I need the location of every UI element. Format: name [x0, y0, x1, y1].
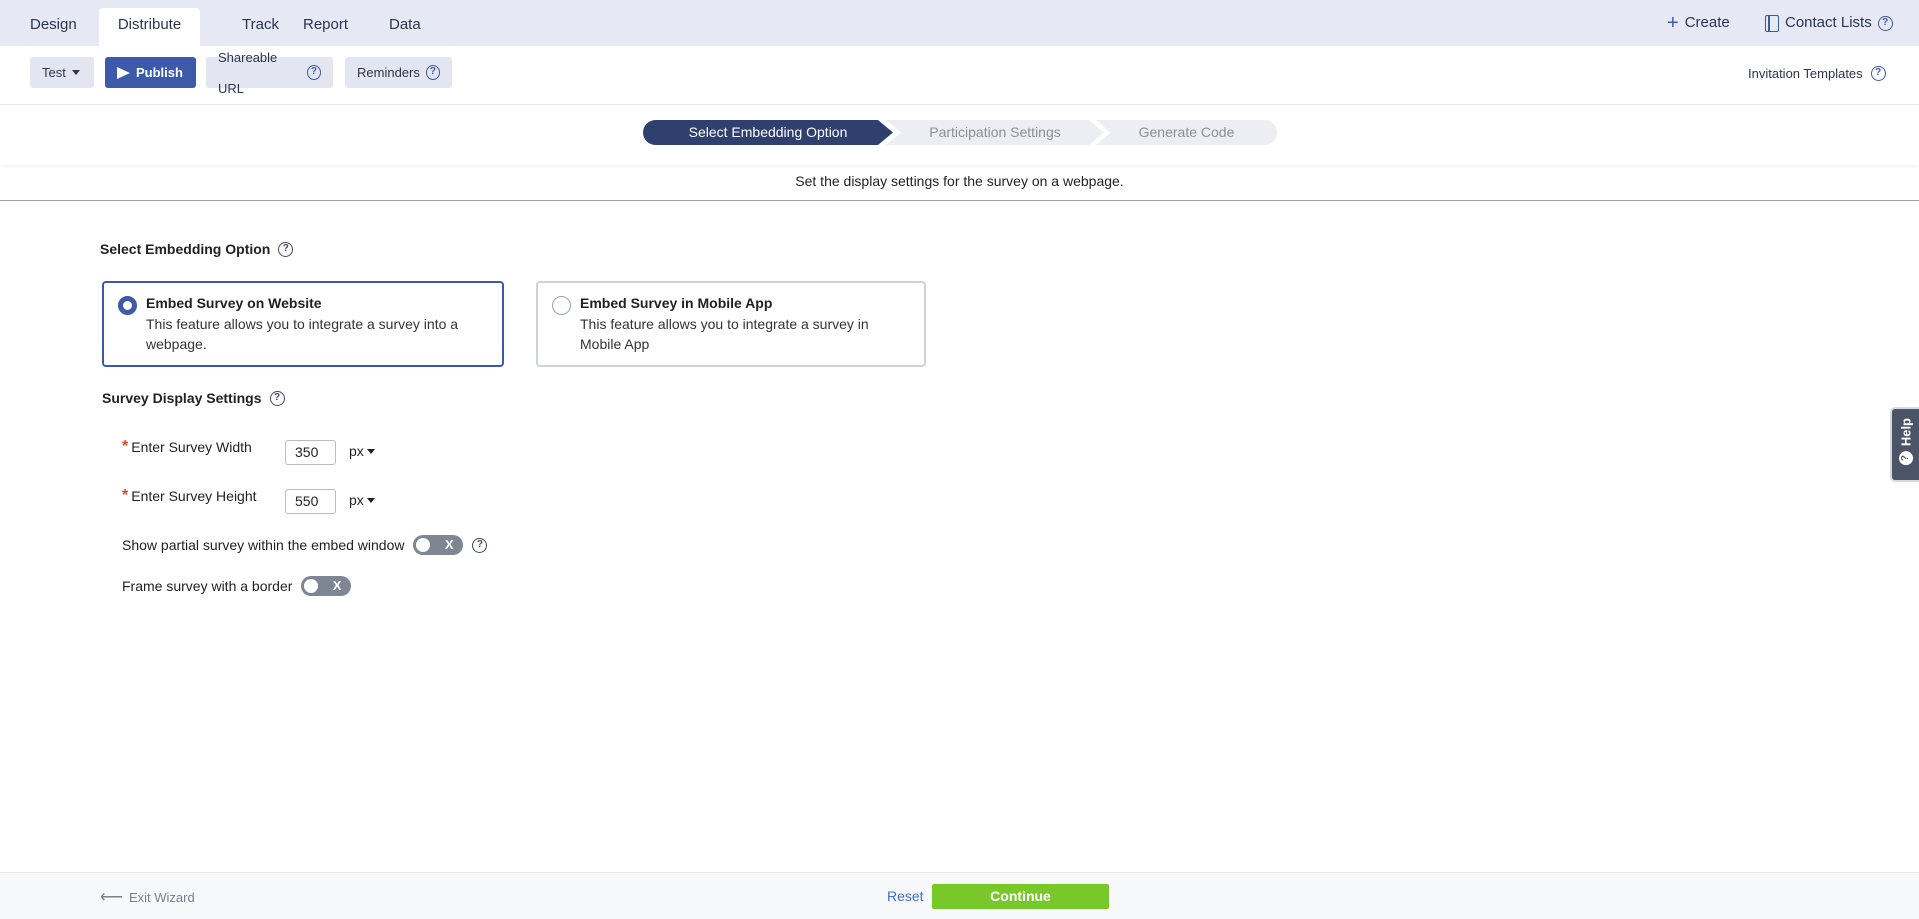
frame-border-setting: Frame survey with a border X	[122, 576, 352, 596]
survey-height-input[interactable]: 550	[285, 489, 336, 514]
test-label: Test	[42, 65, 66, 80]
help-circle-icon[interactable]: ?	[1877, 15, 1893, 31]
create-button[interactable]: + Create	[1667, 12, 1730, 34]
invitation-templates-link[interactable]: Invitation Templates ?	[1748, 66, 1886, 81]
required-asterisk-icon: *	[122, 487, 129, 504]
help-circle-icon[interactable]: ?	[1870, 66, 1886, 81]
wizard-step-select-embedding[interactable]: Select Embedding Option	[643, 120, 893, 145]
exit-wizard-button[interactable]: ⟵ Exit Wizard	[100, 887, 195, 907]
option-description: This feature allows you to integrate a s…	[580, 316, 869, 352]
help-side-tab[interactable]: ? Help	[1890, 407, 1919, 482]
help-label: Help	[1898, 418, 1914, 447]
help-circle-icon[interactable]: ?	[425, 65, 440, 80]
create-label: Create	[1684, 14, 1730, 31]
tab-data[interactable]: Data	[369, 8, 441, 46]
reminders-button[interactable]: Reminders ?	[345, 57, 452, 88]
shareable-url-button[interactable]: Shareable URL ?	[206, 50, 333, 96]
radio-embed-website[interactable]	[118, 296, 137, 315]
embed-mobile-app-option[interactable]: Embed Survey in Mobile App This feature …	[536, 281, 926, 367]
partial-survey-label: Show partial survey within the embed win…	[122, 537, 405, 553]
partial-survey-toggle[interactable]: X	[413, 535, 464, 555]
help-circle-icon[interactable]: ?	[472, 537, 488, 553]
wizard-subtitle: Set the display settings for the survey …	[795, 173, 1124, 189]
continue-button[interactable]: Continue	[932, 884, 1109, 909]
publish-label: Publish	[136, 65, 183, 80]
wizard-footer: ⟵ Exit Wizard Reset Continue	[0, 872, 1919, 919]
caret-down-icon	[71, 70, 80, 75]
shareable-url-label: Shareable URL	[218, 49, 278, 96]
help-circle-icon[interactable]: ?	[278, 241, 294, 257]
contact-book-icon	[1765, 14, 1779, 32]
survey-width-label: * Enter Survey Width	[122, 438, 252, 456]
send-icon	[117, 66, 130, 79]
contact-lists-button[interactable]: Contact Lists ?	[1765, 12, 1893, 34]
plus-icon: +	[1667, 12, 1679, 34]
tab-design[interactable]: Design	[10, 8, 97, 46]
radio-embed-mobile-app[interactable]	[552, 296, 571, 315]
reset-button[interactable]: Reset	[887, 888, 924, 904]
width-label-text: Enter Survey Width	[131, 439, 252, 455]
distribute-toolbar: Test Publish Shareable URL ? Reminders ?…	[0, 46, 1919, 105]
help-circle-icon[interactable]: ?	[269, 390, 285, 406]
toggle-off-icon: X	[332, 578, 342, 593]
section-title-embedding: Select Embedding Option ?	[100, 241, 294, 257]
caret-down-icon	[366, 448, 375, 454]
width-unit-dropdown[interactable]: px	[349, 443, 375, 459]
option-description: This feature allows you to integrate a s…	[146, 316, 459, 352]
frame-border-label: Frame survey with a border	[122, 578, 293, 594]
tab-distribute[interactable]: Distribute	[99, 8, 200, 46]
contact-lists-label: Contact Lists	[1785, 14, 1872, 31]
top-nav-bar: Design Distribute Track Report Data + Cr…	[0, 0, 1919, 46]
toggle-off-icon: X	[444, 537, 454, 552]
reminders-label: Reminders	[357, 65, 420, 80]
required-asterisk-icon: *	[122, 438, 129, 455]
height-unit-dropdown[interactable]: px	[349, 492, 375, 508]
partial-survey-setting: Show partial survey within the embed win…	[122, 535, 488, 555]
display-settings-title: Survey Display Settings	[102, 390, 262, 406]
wizard-step-generate-code[interactable]: Generate Code	[1096, 120, 1277, 145]
survey-height-label: * Enter Survey Height	[122, 487, 257, 505]
wizard-steps-bar: Select Embedding Option Participation Se…	[0, 106, 1919, 165]
help-tab-content: ? Help	[1896, 418, 1916, 466]
test-dropdown[interactable]: Test	[30, 57, 94, 88]
question-icon: ?	[1899, 451, 1913, 466]
divider	[0, 200, 1919, 201]
caret-down-icon	[366, 497, 375, 503]
frame-border-toggle[interactable]: X	[301, 576, 352, 596]
publish-button[interactable]: Publish	[105, 57, 196, 88]
exit-wizard-label: Exit Wizard	[128, 889, 195, 905]
arrow-left-icon: ⟵	[100, 889, 123, 906]
height-unit-label: px	[349, 492, 364, 508]
section-title-display-settings: Survey Display Settings ?	[102, 390, 285, 406]
tab-report[interactable]: Report	[283, 8, 368, 46]
embed-website-option[interactable]: Embed Survey on Website This feature all…	[102, 281, 504, 367]
height-label-text: Enter Survey Height	[131, 488, 257, 504]
invitation-templates-label: Invitation Templates	[1748, 66, 1863, 81]
embedding-title: Select Embedding Option	[100, 241, 271, 257]
option-title: Embed Survey on Website	[146, 295, 322, 311]
wizard-step-participation-settings[interactable]: Participation Settings	[886, 120, 1104, 145]
width-unit-label: px	[349, 443, 364, 459]
help-circle-icon[interactable]: ?	[306, 65, 321, 80]
survey-width-input[interactable]: 350	[285, 440, 336, 465]
option-title: Embed Survey in Mobile App	[580, 295, 773, 311]
